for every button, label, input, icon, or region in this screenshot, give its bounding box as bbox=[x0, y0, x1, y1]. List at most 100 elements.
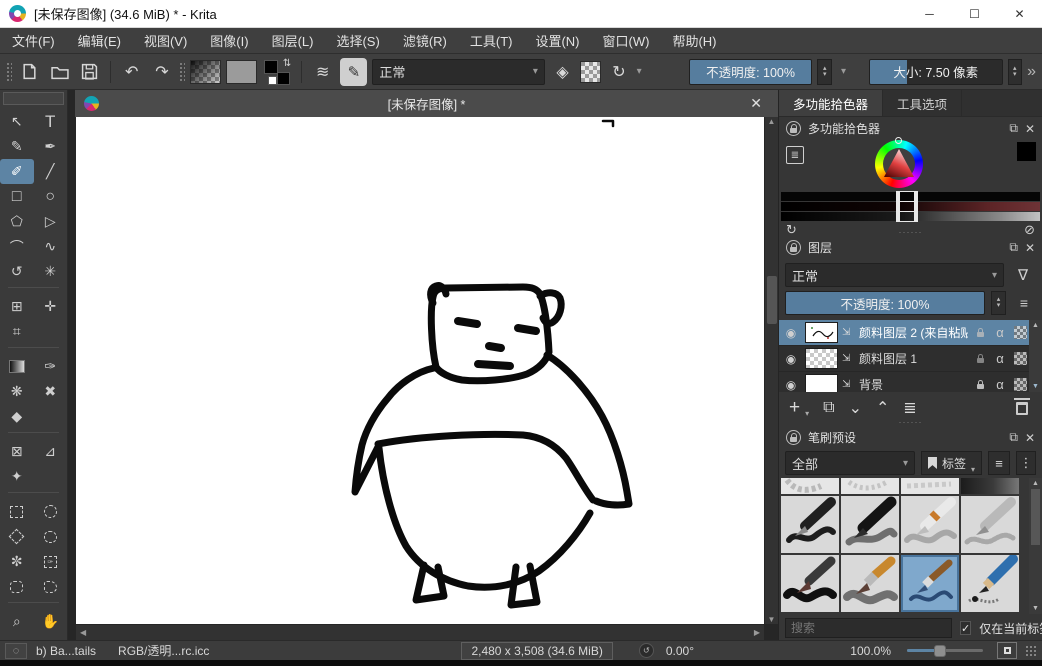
current-color-swatch[interactable] bbox=[1017, 142, 1036, 161]
text-tool[interactable]: T bbox=[34, 109, 68, 134]
tag-search-checkbox-label[interactable]: 仅在当前标签内搜索 bbox=[979, 620, 1042, 637]
pan-tool[interactable]: ✋ bbox=[34, 609, 68, 634]
bezier-select-tool[interactable] bbox=[0, 574, 34, 599]
layer-lock-icon[interactable] bbox=[972, 355, 988, 363]
canvas[interactable] bbox=[76, 117, 764, 624]
save-document-button[interactable] bbox=[77, 59, 102, 85]
menu-image[interactable]: 图像(I) bbox=[210, 31, 248, 50]
menu-file[interactable]: 文件(F) bbox=[12, 31, 55, 50]
lightness-bar[interactable] bbox=[781, 212, 1040, 221]
brush-preset-eraser-circle[interactable] bbox=[781, 478, 839, 494]
similar-color-select-tool[interactable]: ✑ bbox=[34, 549, 68, 574]
display-mode-icon[interactable]: ⋮ bbox=[1016, 451, 1036, 475]
layer-blend-mode-select[interactable]: 正常▾ bbox=[785, 263, 1004, 287]
dynamic-brush-tool[interactable]: ↺ bbox=[0, 259, 34, 284]
freehand-brush-tool[interactable]: ✐ bbox=[0, 159, 34, 184]
subwindow-titlebar[interactable]: [未保存图像] * ✕ bbox=[75, 90, 778, 117]
brush-search-input[interactable] bbox=[785, 618, 952, 638]
brush-grid-scrollbar[interactable]: ▲▼ bbox=[1029, 478, 1042, 614]
move-layer-up-button[interactable]: ⌃ bbox=[876, 398, 889, 418]
float-docker-icon[interactable]: ⧉ bbox=[1009, 240, 1018, 255]
transform-tool[interactable]: ⊞ bbox=[0, 294, 34, 319]
edit-brush-settings-button[interactable]: ✎ bbox=[340, 58, 367, 86]
lock-icon[interactable] bbox=[786, 240, 801, 255]
close-docker-icon[interactable]: ✕ bbox=[1025, 431, 1035, 445]
swap-colors-icon[interactable]: ⇅ bbox=[283, 58, 291, 69]
smart-patch-tool[interactable]: ❋ bbox=[0, 379, 34, 404]
menu-edit[interactable]: 编辑(E) bbox=[78, 31, 121, 50]
layer-visible-icon[interactable]: ◉ bbox=[781, 326, 801, 340]
move-layer-down-button[interactable]: ⌄ bbox=[849, 398, 862, 418]
float-docker-icon[interactable]: ⧉ bbox=[1009, 430, 1018, 445]
menu-layer[interactable]: 图层(L) bbox=[272, 31, 314, 50]
colorize-mask-tool[interactable]: ✖ bbox=[34, 379, 68, 404]
fill-tool[interactable]: ◆ bbox=[0, 404, 34, 429]
canvas-horizontal-scrollbar[interactable]: ◀ ▶ bbox=[76, 624, 764, 640]
brush-preset-marker[interactable] bbox=[841, 496, 899, 553]
color-history-icon[interactable]: ↻ bbox=[786, 222, 797, 238]
menu-settings[interactable]: 设置(N) bbox=[535, 31, 579, 50]
layer-thumbnail[interactable] bbox=[805, 348, 838, 369]
brush-preset-watercolor-selected[interactable] bbox=[901, 555, 959, 612]
brush-preset-blue-pencil[interactable] bbox=[961, 555, 1019, 612]
minimize-button[interactable]: ─ bbox=[907, 0, 952, 28]
layer-lock-icon[interactable] bbox=[972, 329, 988, 337]
brush-size-slider[interactable]: 大小: 7.50 像素 bbox=[869, 59, 1003, 85]
magnetic-select-tool[interactable] bbox=[34, 574, 68, 599]
scroll-down-icon[interactable]: ▼ bbox=[768, 615, 776, 624]
menu-help[interactable]: 帮助(H) bbox=[672, 31, 716, 50]
zoom-percentage[interactable]: 100.0% bbox=[850, 644, 891, 658]
layer-name[interactable]: 颜料图层 2 (来自粘贴) bbox=[859, 324, 968, 341]
layer-opacity-slider[interactable]: 不透明度: 100% bbox=[785, 291, 985, 315]
menu-filter[interactable]: 滤镜(R) bbox=[403, 31, 447, 50]
layer-thumbnail[interactable] bbox=[805, 322, 838, 343]
tab-tool-options[interactable]: 工具选项 bbox=[883, 90, 962, 116]
toolbox-grip[interactable] bbox=[3, 92, 64, 105]
polygon-tool[interactable]: ⬠ bbox=[0, 209, 34, 234]
line-tool[interactable]: ╱ bbox=[34, 159, 68, 184]
measure-tool[interactable]: ⊿ bbox=[34, 439, 68, 464]
layer-lock-icon[interactable] bbox=[972, 381, 988, 389]
alpha-lock-icon[interactable]: α bbox=[992, 377, 1008, 392]
add-layer-button[interactable]: + bbox=[789, 400, 800, 416]
toolbar-grip[interactable] bbox=[6, 62, 12, 82]
chevron-down-icon[interactable]: ▾ bbox=[841, 66, 846, 77]
hue-ring[interactable] bbox=[875, 140, 923, 188]
menu-tools[interactable]: 工具(T) bbox=[470, 31, 513, 50]
choose-brush-preset-button[interactable]: ≋ bbox=[310, 59, 335, 85]
value-bar[interactable] bbox=[781, 192, 1040, 201]
no-color-icon[interactable]: ⊘ bbox=[1024, 222, 1035, 238]
color-profile-label[interactable]: RGB/透明...rc.icc bbox=[118, 642, 209, 659]
canvas-only-mode-button[interactable] bbox=[997, 642, 1017, 659]
foreground-color[interactable] bbox=[264, 60, 278, 74]
tag-search-checkbox[interactable]: ✓ bbox=[960, 621, 971, 635]
add-layer-dropdown-icon[interactable]: ▾ bbox=[805, 409, 809, 418]
brush-filter-select[interactable]: 全部▾ bbox=[785, 451, 915, 475]
reference-images-tool[interactable]: ✦ bbox=[0, 464, 34, 489]
brush-preset-airbrush[interactable] bbox=[961, 478, 1019, 494]
layer-filter-icon[interactable]: ∇ bbox=[1010, 266, 1036, 284]
layer-visible-icon[interactable]: ◉ bbox=[781, 378, 801, 392]
color-docker-header[interactable]: 多功能拾色器 ⧉ ✕ bbox=[779, 117, 1042, 140]
contiguous-select-tool[interactable]: ✼ bbox=[0, 549, 34, 574]
lock-icon[interactable] bbox=[786, 430, 801, 445]
float-docker-icon[interactable]: ⧉ bbox=[1009, 121, 1018, 136]
eraser-mode-button[interactable]: ◈ bbox=[550, 59, 575, 85]
tab-advanced-color-selector[interactable]: 多功能拾色器 bbox=[779, 90, 883, 116]
canvas-vertical-scrollbar[interactable]: ▲ ▼ bbox=[764, 117, 778, 624]
menu-select[interactable]: 选择(S) bbox=[336, 31, 379, 50]
alpha-lock-icon[interactable]: α bbox=[992, 325, 1008, 340]
ellipse-tool[interactable]: ○ bbox=[34, 184, 68, 209]
new-document-button[interactable] bbox=[17, 59, 42, 85]
brush-menu-icon[interactable]: ≡ bbox=[988, 451, 1010, 475]
opacity-slider[interactable]: 不透明度: 100% bbox=[689, 59, 813, 85]
brush-preset-wet-brush[interactable] bbox=[781, 555, 839, 612]
maximize-button[interactable]: ☐ bbox=[952, 0, 997, 28]
inherit-alpha-icon[interactable] bbox=[1012, 378, 1028, 391]
inherit-alpha-icon[interactable] bbox=[1012, 326, 1028, 339]
crop-tool[interactable]: ⌗ bbox=[0, 319, 34, 344]
reload-preset-button[interactable]: ↻ bbox=[606, 59, 631, 85]
select-shapes-tool[interactable]: ↖ bbox=[0, 109, 34, 134]
layer-list-scrollbar[interactable]: ▲▼ bbox=[1029, 320, 1042, 392]
layer-thumbnail[interactable] bbox=[805, 374, 838, 392]
